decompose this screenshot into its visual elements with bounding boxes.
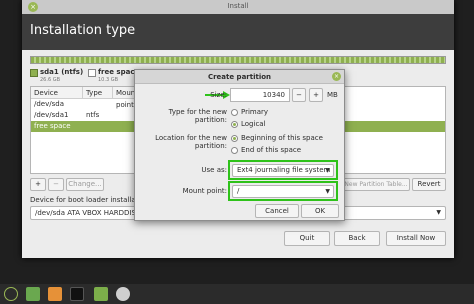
terminal-icon[interactable] xyxy=(70,287,84,301)
radio-primary-label: Primary xyxy=(241,108,269,116)
ok-button[interactable]: OK xyxy=(301,204,339,218)
install-now-button[interactable]: Install Now xyxy=(386,231,446,246)
installer-icon[interactable] xyxy=(48,287,62,301)
size-input[interactable]: 10340 xyxy=(230,88,290,102)
legend-swatch-free xyxy=(88,69,96,77)
dialog-close-icon[interactable]: × xyxy=(332,72,341,81)
radio-beginning[interactable] xyxy=(231,135,238,142)
taskbar xyxy=(0,284,474,304)
disc-icon[interactable] xyxy=(116,287,130,301)
boot-loader-value: /dev/sda ATA VBOX HARDDISK xyxy=(35,209,141,217)
quit-button[interactable]: Quit xyxy=(284,231,330,246)
chevron-down-icon: ▼ xyxy=(436,209,441,216)
dialog-title: Create partition xyxy=(207,73,272,81)
add-partition-button[interactable]: + xyxy=(30,178,46,191)
create-partition-dialog: Create partition × Size: 10340 − + MB Ty… xyxy=(134,69,345,221)
cancel-button[interactable]: Cancel xyxy=(255,204,299,218)
chevron-down-icon: ▼ xyxy=(325,188,330,195)
files-icon[interactable] xyxy=(26,287,40,301)
page-title: Installation type xyxy=(30,23,136,38)
revert-button[interactable]: Revert xyxy=(412,178,446,191)
use-as-value: Ext4 journaling file system xyxy=(237,166,331,174)
mount-point-value: / xyxy=(237,187,240,195)
mount-point-label: Mount point: xyxy=(182,187,227,195)
radio-end[interactable] xyxy=(231,147,238,154)
size-increase-button[interactable]: + xyxy=(309,88,323,102)
window-titlebar: × Install xyxy=(22,0,454,14)
back-button[interactable]: Back xyxy=(334,231,380,246)
partition-bar xyxy=(30,56,446,64)
size-label: Size: xyxy=(210,91,227,99)
radio-logical-label: Logical xyxy=(241,120,266,128)
size-decrease-button[interactable]: − xyxy=(292,88,306,102)
row-type: ntfs xyxy=(86,111,100,119)
mint-menu-icon[interactable] xyxy=(4,287,18,301)
folder-icon[interactable] xyxy=(94,287,108,301)
row-device: /dev/sda1 xyxy=(34,111,69,119)
chevron-down-icon: ▼ xyxy=(325,167,330,174)
dialog-titlebar: Create partition × xyxy=(135,70,344,84)
legend-swatch-sda1 xyxy=(30,69,38,77)
column-header-device[interactable]: Device xyxy=(31,87,83,99)
radio-primary[interactable] xyxy=(231,109,238,116)
radio-beginning-label: Beginning of this space xyxy=(241,134,323,142)
column-header-type[interactable]: Type xyxy=(83,87,113,99)
remove-partition-button[interactable]: − xyxy=(48,178,64,191)
size-unit: MB xyxy=(327,91,338,99)
new-partition-table-button[interactable]: New Partition Table... xyxy=(342,178,410,191)
row-device: free space xyxy=(34,122,71,130)
legend-name-sda1: sda1 (ntfs) xyxy=(40,68,84,76)
window-title: Install xyxy=(227,2,249,10)
use-as-select[interactable]: Ext4 journaling file system ▼ xyxy=(232,164,334,177)
legend-size-free: 10.3 GB xyxy=(98,77,119,83)
change-partition-button[interactable]: Change... xyxy=(66,178,104,191)
location-label: Location for the new partition: xyxy=(155,134,227,150)
mount-point-input[interactable]: / ▼ xyxy=(232,185,334,198)
type-label: Type for the new partition: xyxy=(168,108,227,124)
radio-end-label: End of this space xyxy=(241,146,302,154)
use-as-label: Use as: xyxy=(201,166,227,174)
radio-logical[interactable] xyxy=(231,121,238,128)
page-header: Installation type xyxy=(22,14,454,50)
row-device: /dev/sda xyxy=(34,100,64,108)
legend-size-sda1: 26.6 GB xyxy=(40,77,61,83)
